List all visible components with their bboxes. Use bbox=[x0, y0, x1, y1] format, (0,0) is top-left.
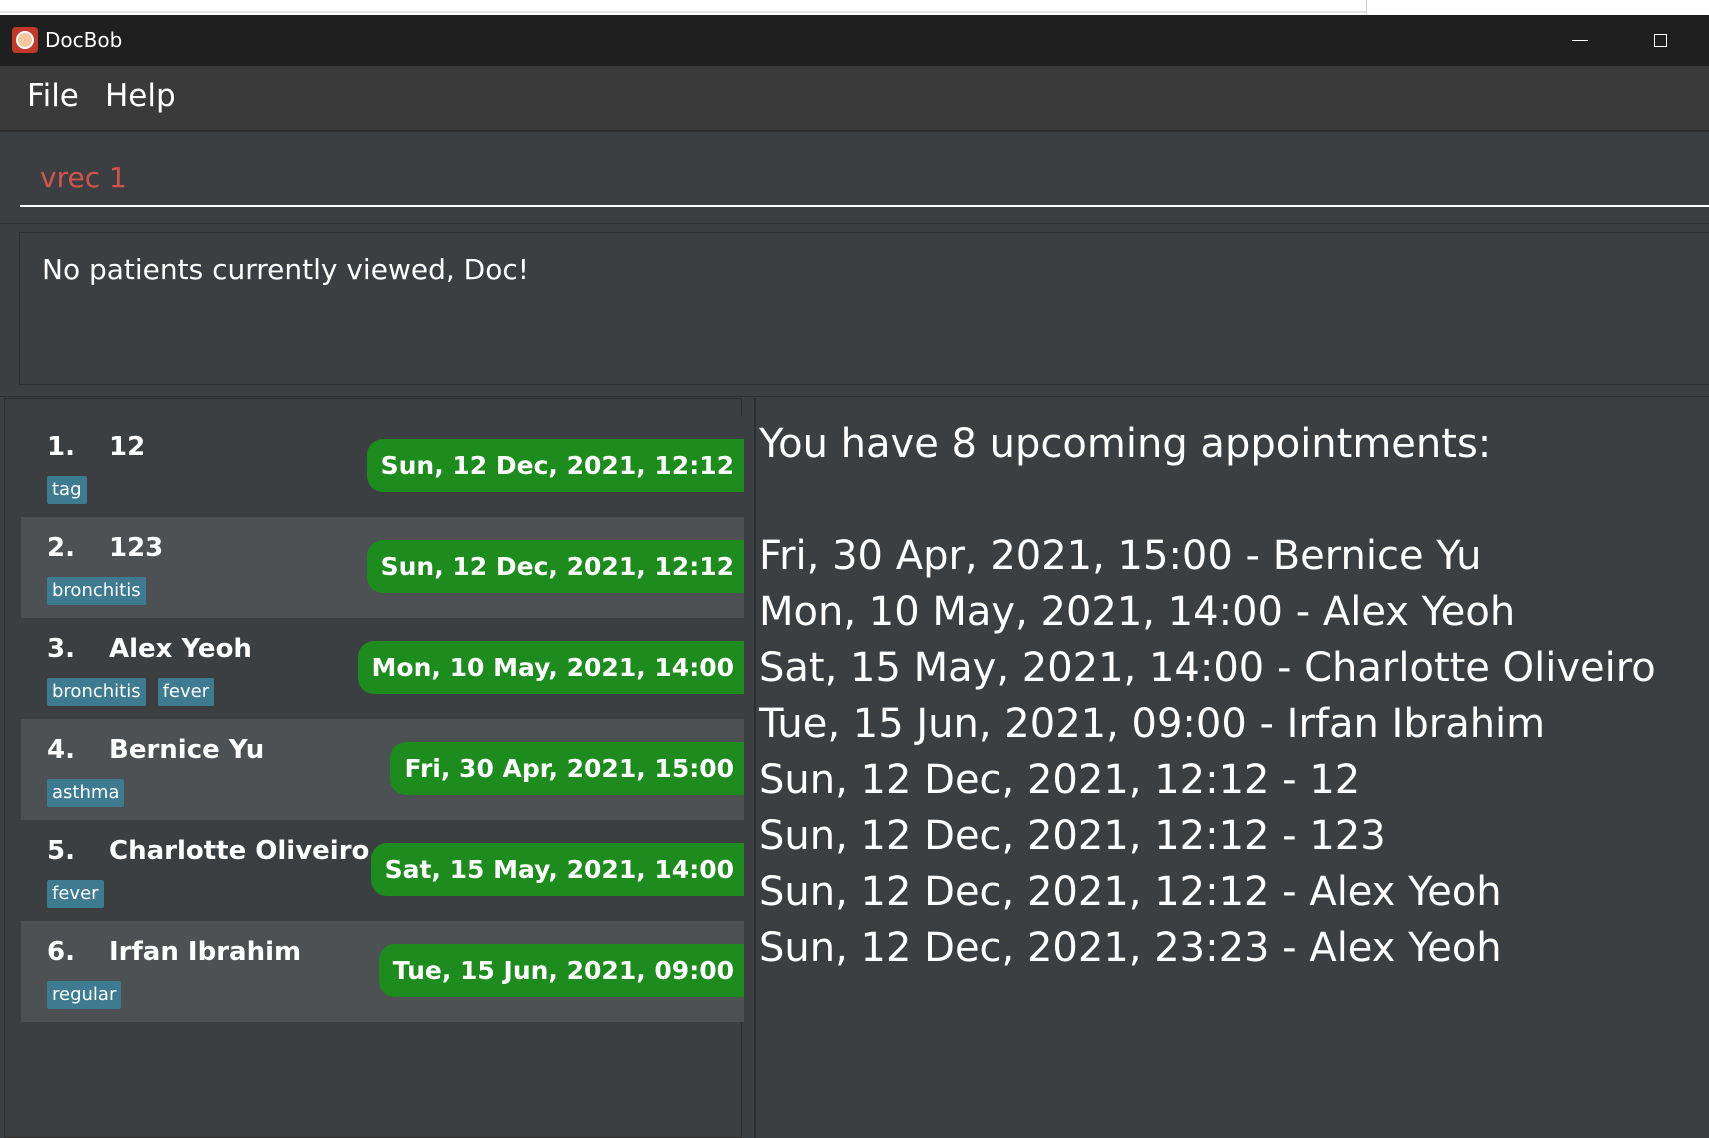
patient-name: 123 bbox=[109, 533, 164, 563]
host-window-strip bbox=[0, 0, 1709, 15]
patient-index: 4. bbox=[47, 735, 75, 765]
patient-tag: asthma bbox=[47, 779, 125, 807]
appointments-panel: You have 8 upcoming appointments: Fri, 3… bbox=[754, 398, 1709, 1138]
patient-card[interactable]: 3. Alex Yeoh bronchitis fever Mon, 10 Ma… bbox=[21, 618, 744, 719]
appointment-line: Mon, 10 May, 2021, 14:00 - Alex Yeoh bbox=[759, 589, 1516, 635]
patient-index: 2. bbox=[47, 533, 75, 563]
result-display[interactable]: No patients currently viewed, Doc! bbox=[19, 232, 1709, 385]
minimize-button[interactable] bbox=[1540, 15, 1620, 66]
patient-card[interactable]: 1. 12 tag Sun, 12 Dec, 2021, 12:12 bbox=[21, 416, 744, 517]
patient-tag: fever bbox=[157, 678, 215, 706]
maximize-button[interactable] bbox=[1620, 15, 1700, 66]
title-bar: DocBob bbox=[0, 15, 1709, 66]
patient-name: Charlotte Oliveiro bbox=[109, 836, 370, 866]
patient-card[interactable]: 2. 123 bronchitis Sun, 12 Dec, 2021, 12:… bbox=[21, 517, 744, 618]
patient-list-panel: 1. 12 tag Sun, 12 Dec, 2021, 12:12 2. 12… bbox=[4, 398, 744, 1138]
patient-tag: regular bbox=[47, 981, 122, 1009]
patient-name: Irfan Ibrahim bbox=[109, 937, 302, 967]
patient-card[interactable]: 6. Irfan Ibrahim regular Tue, 15 Jun, 20… bbox=[21, 921, 744, 1022]
result-box: No patients currently viewed, Doc! bbox=[0, 223, 1709, 397]
patient-name: Bernice Yu bbox=[109, 735, 265, 765]
menu-bar: File Help bbox=[0, 66, 1709, 131]
appointment-line: Sun, 12 Dec, 2021, 23:23 - Alex Yeoh bbox=[759, 925, 1502, 971]
patient-tag: bronchitis bbox=[47, 577, 146, 605]
patient-index: 6. bbox=[47, 937, 75, 967]
menu-help[interactable]: Help bbox=[105, 78, 176, 114]
command-box bbox=[0, 131, 1709, 224]
host-divider bbox=[1366, 0, 1367, 15]
appointments-header: You have 8 upcoming appointments: bbox=[759, 421, 1492, 467]
patient-name: 12 bbox=[109, 432, 146, 462]
patient-tag: fever bbox=[47, 880, 104, 908]
appointment-line: Sun, 12 Dec, 2021, 12:12 - Alex Yeoh bbox=[759, 869, 1502, 915]
patient-tags: bronchitis fever bbox=[47, 678, 215, 706]
patient-tag: tag bbox=[47, 476, 87, 504]
patient-tags: asthma bbox=[47, 779, 125, 807]
appointment-badge: Sun, 12 Dec, 2021, 12:12 bbox=[366, 540, 744, 593]
result-text: No patients currently viewed, Doc! bbox=[42, 253, 529, 286]
patient-index: 5. bbox=[47, 836, 75, 866]
patient-card[interactable]: 5. Charlotte Oliveiro fever Sat, 15 May,… bbox=[21, 820, 744, 921]
appointment-line: Sun, 12 Dec, 2021, 12:12 - 12 bbox=[759, 757, 1361, 803]
maximize-icon bbox=[1653, 34, 1667, 47]
app-logo-icon bbox=[12, 27, 38, 53]
patient-name: Alex Yeoh bbox=[109, 634, 252, 664]
window-title: DocBob bbox=[45, 28, 123, 52]
patient-index: 1. bbox=[47, 432, 75, 462]
appointment-line: Fri, 30 Apr, 2021, 15:00 - Bernice Yu bbox=[759, 533, 1482, 579]
host-scrollbar-line bbox=[0, 11, 1366, 13]
patient-index: 3. bbox=[47, 634, 75, 664]
appointment-badge: Sat, 15 May, 2021, 14:00 bbox=[370, 843, 744, 896]
minimize-icon bbox=[1572, 40, 1588, 41]
appointment-badge: Tue, 15 Jun, 2021, 09:00 bbox=[378, 944, 744, 997]
patient-tags: bronchitis bbox=[47, 577, 146, 605]
appointment-badge: Sun, 12 Dec, 2021, 12:12 bbox=[366, 439, 744, 492]
appointment-line: Sat, 15 May, 2021, 14:00 - Charlotte Oli… bbox=[759, 645, 1656, 691]
patient-list: 1. 12 tag Sun, 12 Dec, 2021, 12:12 2. 12… bbox=[21, 416, 744, 1022]
patient-tag: bronchitis bbox=[47, 678, 146, 706]
menu-file[interactable]: File bbox=[27, 78, 79, 114]
patient-tags: tag bbox=[47, 476, 87, 504]
appointment-badge: Fri, 30 Apr, 2021, 15:00 bbox=[390, 742, 744, 795]
appointment-line: Tue, 15 Jun, 2021, 09:00 - Irfan Ibrahim bbox=[759, 701, 1546, 747]
patient-tags: fever bbox=[47, 880, 104, 908]
appointment-badge: Mon, 10 May, 2021, 14:00 bbox=[357, 641, 744, 694]
appointment-line: Sun, 12 Dec, 2021, 12:12 - 123 bbox=[759, 813, 1386, 859]
command-input[interactable] bbox=[20, 150, 1709, 207]
patient-tags: regular bbox=[47, 981, 122, 1009]
appointments-text[interactable]: You have 8 upcoming appointments: Fri, 3… bbox=[759, 416, 1656, 976]
patient-card[interactable]: 4. Bernice Yu asthma Fri, 30 Apr, 2021, … bbox=[21, 719, 744, 820]
